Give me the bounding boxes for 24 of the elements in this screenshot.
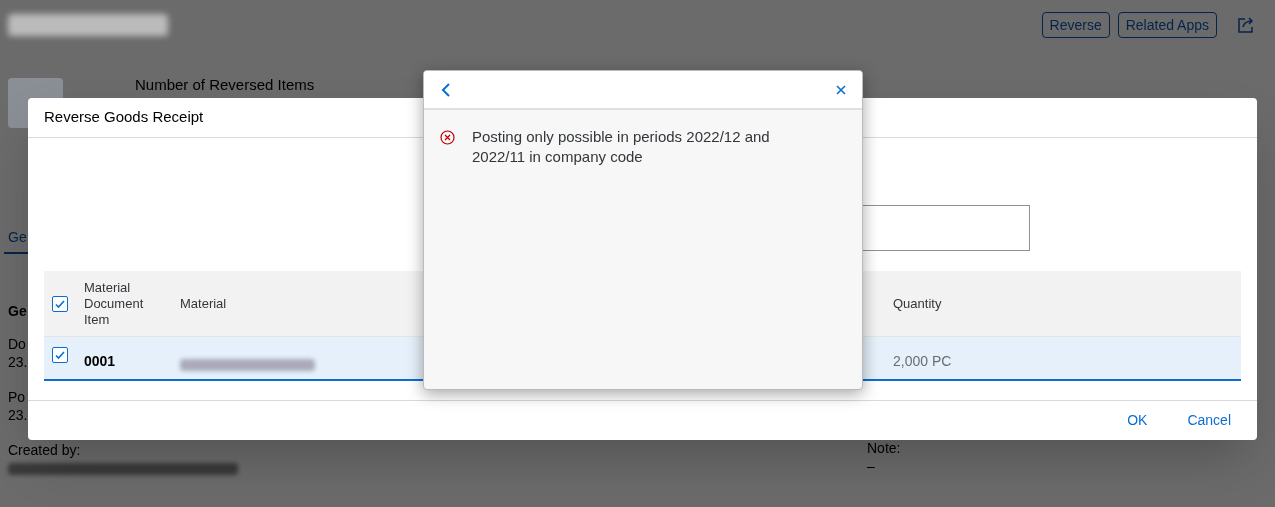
checkbox[interactable] <box>52 295 68 312</box>
column-header: Material Document Item <box>84 279 145 328</box>
column-header: Material <box>180 295 227 311</box>
error-icon <box>440 130 455 145</box>
column-header: Quantity <box>893 295 942 311</box>
back-button[interactable] <box>440 81 452 98</box>
field-label: Note: <box>867 439 901 457</box>
dialog-button[interactable]: OK <box>1117 406 1158 435</box>
close-button[interactable] <box>836 84 846 95</box>
kpi-label: Number of Reversed Items <box>135 75 315 95</box>
table-cell: 0001 <box>84 353 116 369</box>
dialog-button[interactable]: Cancel <box>1177 406 1241 435</box>
section-title: Ge <box>8 303 27 319</box>
field-label: Po <box>8 388 26 406</box>
field-label: Created by: <box>8 441 81 459</box>
checkbox[interactable] <box>52 347 68 363</box>
field-value: – <box>867 457 875 475</box>
share-icon[interactable] <box>1237 16 1255 34</box>
field-value: 23. <box>8 353 28 371</box>
field-value: 23. <box>8 406 28 424</box>
action-button[interactable]: Reverse <box>1041 12 1110 38</box>
field-label: Do <box>8 335 26 353</box>
table-cell: 2,000 PC <box>893 353 952 369</box>
action-button[interactable]: Related Apps <box>1117 12 1217 38</box>
